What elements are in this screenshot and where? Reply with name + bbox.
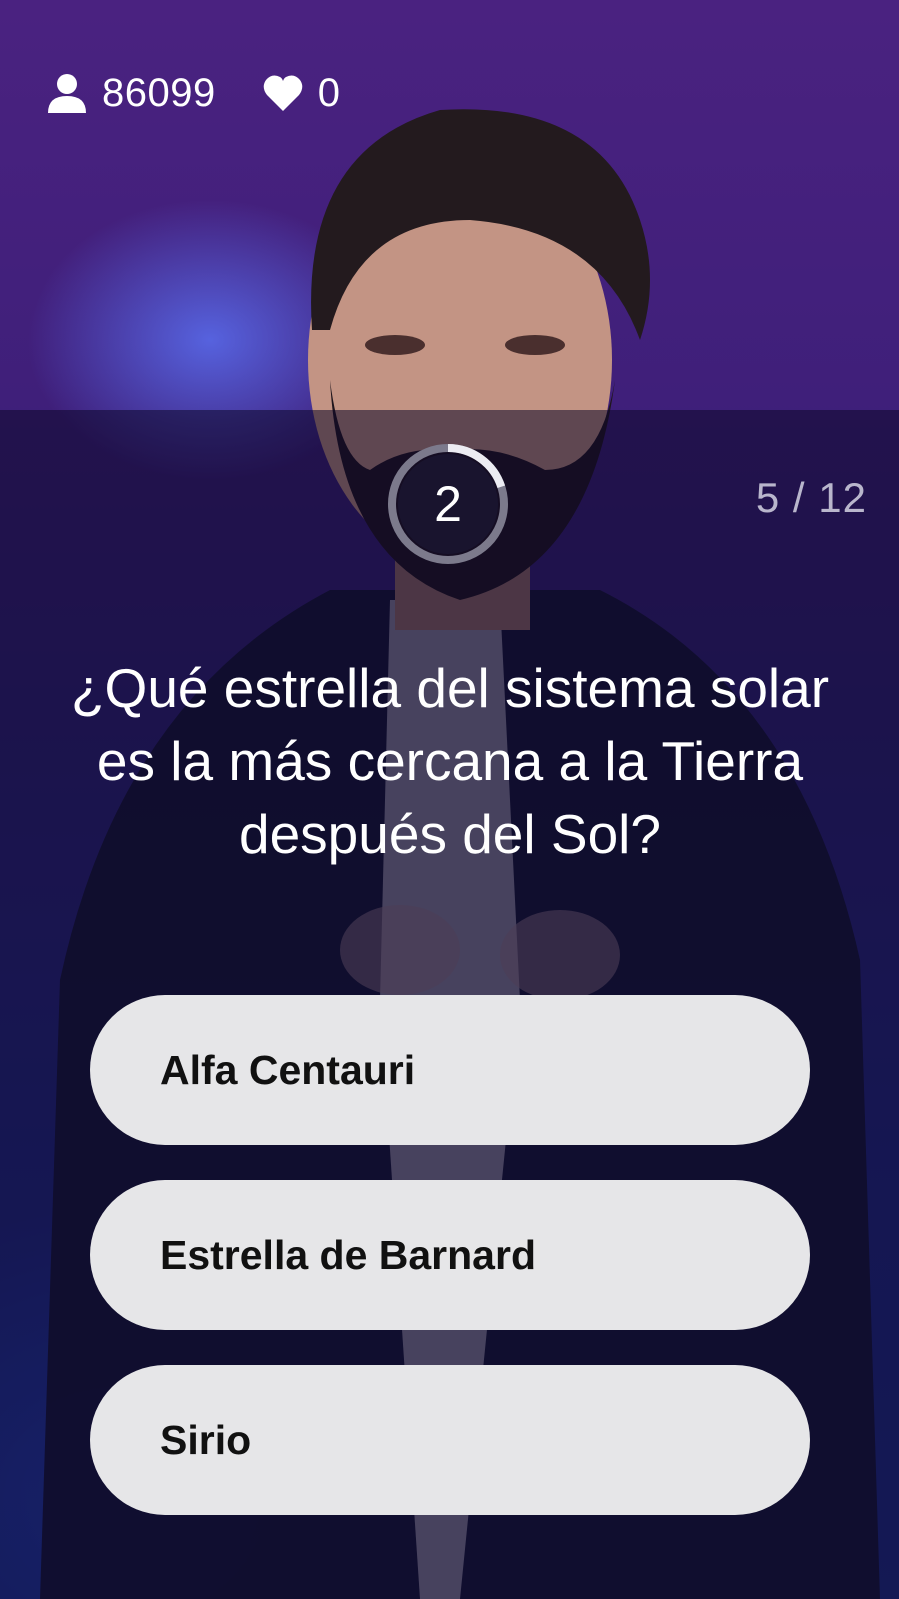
heart-icon [263, 75, 303, 111]
stats-bar: 86099 0 [46, 66, 386, 120]
lives-count-value: 0 [317, 70, 341, 115]
answer-options: Alfa Centauri Estrella de Barnard Sirio [90, 995, 810, 1550]
answer-label: Sirio [160, 1416, 252, 1463]
person-icon [48, 74, 86, 113]
answer-label: Estrella de Barnard [160, 1231, 536, 1278]
countdown-timer: 2 [386, 442, 510, 566]
answer-option-2[interactable]: Estrella de Barnard [90, 1180, 810, 1330]
countdown-seconds: 2 [434, 476, 462, 532]
question-progress: 5 / 12 [755, 474, 867, 521]
lives-count: 0 [262, 71, 341, 116]
answer-option-3[interactable]: Sirio [90, 1365, 810, 1515]
answer-option-1[interactable]: Alfa Centauri [90, 995, 810, 1145]
question-text: ¿Qué estrella del sistema solar es la má… [70, 657, 830, 865]
viewer-count: 86099 [46, 71, 216, 116]
viewer-count-value: 86099 [102, 70, 216, 115]
answer-label: Alfa Centauri [160, 1046, 416, 1093]
